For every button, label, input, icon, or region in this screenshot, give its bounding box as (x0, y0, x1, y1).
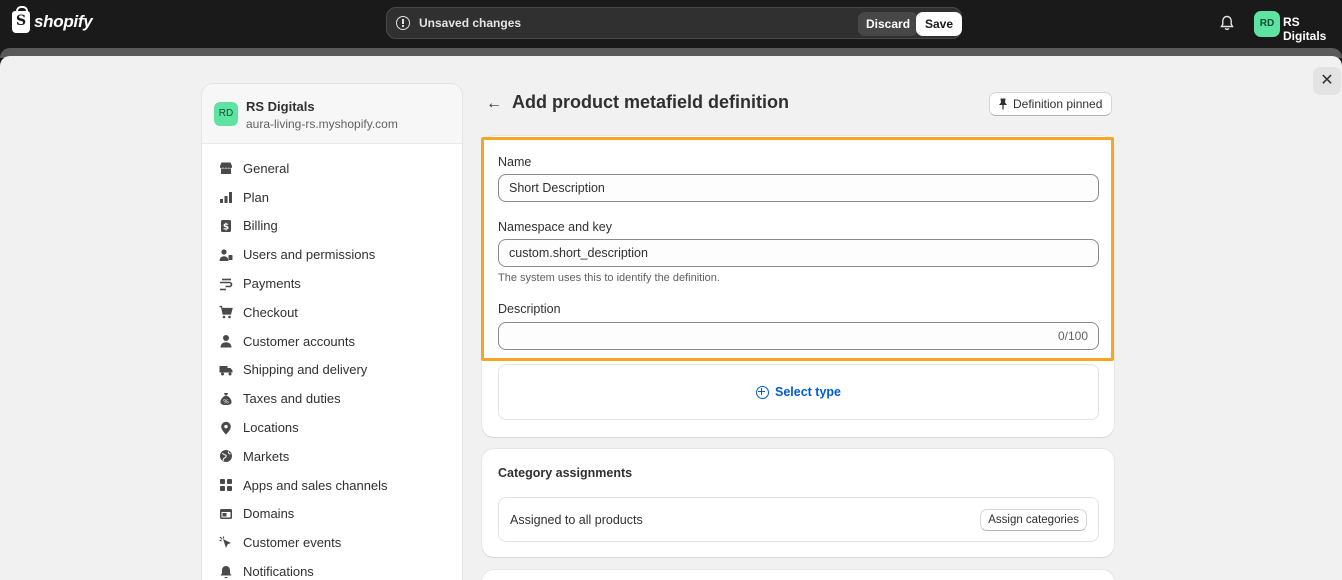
definition-pinned-label: Definition pinned (1013, 97, 1103, 111)
name-label: Name (498, 155, 532, 169)
sidebar-item-apps[interactable]: Apps and sales channels (202, 471, 462, 500)
store-avatar: RD (214, 102, 238, 126)
namespace-key-help: The system uses this to identify the def… (498, 272, 720, 284)
category-assignments-card: Category assignments Assigned to all pro… (482, 449, 1114, 557)
sidebar-item-users[interactable]: Users and permissions (202, 240, 462, 269)
close-icon: ✕ (1320, 72, 1334, 89)
sidebar-item-label: Locations (243, 420, 299, 436)
select-type-label: Select type (774, 385, 841, 399)
sidebar-item-markets[interactable]: Markets (202, 442, 462, 471)
unsaved-changes-text: Unsaved changes (419, 16, 522, 30)
cursor-icon (219, 536, 233, 550)
close-button[interactable]: ✕ (1313, 67, 1341, 95)
settings-modal: ✕ RD RS Digitals aura-living-rs.myshopif… (0, 56, 1342, 580)
sidebar-item-customer-accounts[interactable]: Customer accounts (202, 327, 462, 356)
sidebar-item-label: Domains (243, 506, 295, 522)
sidebar-item-customer-events[interactable]: Customer events (202, 528, 462, 557)
logo-text: shopify (34, 12, 93, 31)
domain-icon (219, 507, 233, 521)
sidebar-item-billing[interactable]: $ Billing (202, 212, 462, 241)
globe-icon (219, 449, 233, 463)
shopify-logo[interactable]: S shopify (12, 6, 93, 33)
sidebar-item-label: Apps and sales channels (243, 477, 388, 493)
sidebar-item-label: Taxes and duties (243, 391, 341, 407)
back-arrow-icon[interactable]: ← (486, 95, 504, 113)
svg-text:%: % (223, 398, 229, 405)
sidebar-item-notifications[interactable]: Notifications (202, 557, 462, 580)
billing-icon: $ (219, 219, 233, 233)
sidebar-item-label: Billing (243, 218, 278, 234)
account-store-name[interactable]: RS Digitals (1283, 15, 1342, 43)
sidebar-item-payments[interactable]: Payments (202, 269, 462, 298)
top-bar: S shopify Unsaved changes Discard Save R… (0, 0, 1342, 48)
definition-pinned-button[interactable]: Definition pinned (989, 92, 1113, 116)
store-domain: aura-living-rs.myshopify.com (246, 117, 398, 131)
store-icon (219, 161, 233, 175)
store-header[interactable]: RD RS Digitals aura-living-rs.myshopify.… (202, 84, 462, 144)
sidebar-item-shipping[interactable]: Shipping and delivery (202, 356, 462, 385)
description-input[interactable]: 0/100 (498, 322, 1099, 350)
sidebar-item-locations[interactable]: Locations (202, 413, 462, 442)
definition-card: Name Short Description Namespace and key… (482, 136, 1114, 437)
alert-circle-icon (396, 16, 410, 30)
namespace-key-label: Namespace and key (498, 220, 612, 234)
person-icon (219, 334, 233, 348)
sidebar-item-general[interactable]: General (202, 154, 462, 183)
svg-text:$: $ (223, 222, 229, 232)
name-input[interactable]: Short Description (498, 174, 1099, 202)
bell-icon (219, 565, 233, 579)
sidebar-item-label: General (243, 160, 290, 176)
payments-icon (219, 277, 233, 291)
sidebar-item-checkout[interactable]: Checkout (202, 298, 462, 327)
account-avatar[interactable]: RD (1254, 11, 1280, 37)
sidebar-item-label: Payments (243, 276, 301, 292)
select-type-button[interactable]: Select type (498, 364, 1099, 420)
notifications-bell-icon[interactable] (1220, 15, 1234, 31)
unsaved-changes-bar: Unsaved changes Discard Save (386, 7, 963, 39)
assigned-text: Assigned to all products (510, 513, 643, 527)
next-card (482, 570, 1114, 580)
sidebar-item-label: Shipping and delivery (243, 362, 368, 378)
apps-icon (219, 478, 233, 492)
sidebar-item-label: Plan (243, 189, 270, 205)
cart-icon (219, 305, 233, 319)
users-icon (219, 248, 233, 262)
sidebar-item-label: Customer accounts (243, 333, 355, 349)
pin-icon (999, 98, 1007, 110)
settings-nav: General Plan $ Billing Users and permiss… (202, 144, 462, 580)
sidebar-item-label: Users and permissions (243, 247, 376, 263)
assignment-row: Assigned to all products Assign categori… (498, 497, 1099, 542)
discard-button[interactable]: Discard (858, 12, 919, 36)
store-name: RS Digitals (246, 99, 315, 114)
tax-icon: % (219, 392, 233, 406)
save-button[interactable]: Save (916, 12, 963, 36)
sidebar-item-domains[interactable]: Domains (202, 500, 462, 529)
assign-categories-button[interactable]: Assign categories (980, 509, 1087, 531)
shopify-bag-icon: S (12, 6, 30, 33)
plan-icon (219, 190, 233, 204)
location-icon (219, 421, 233, 435)
sidebar-item-label: Checkout (243, 304, 298, 320)
plus-circle-icon (755, 385, 769, 399)
page-title: Add product metafield definition (512, 92, 789, 112)
character-counter: 0/100 (1057, 329, 1088, 343)
sidebar-item-taxes[interactable]: % Taxes and duties (202, 384, 462, 413)
sidebar-item-label: Customer events (243, 535, 342, 551)
sidebar-item-label: Notifications (243, 564, 314, 580)
category-assignments-title: Category assignments (498, 466, 633, 480)
sidebar-item-label: Markets (243, 448, 290, 464)
description-label: Description (498, 302, 561, 316)
truck-icon (219, 363, 233, 377)
settings-sidebar: RD RS Digitals aura-living-rs.myshopify.… (201, 83, 463, 580)
sidebar-item-plan[interactable]: Plan (202, 183, 462, 212)
namespace-key-input[interactable]: custom.short_description (498, 239, 1099, 267)
